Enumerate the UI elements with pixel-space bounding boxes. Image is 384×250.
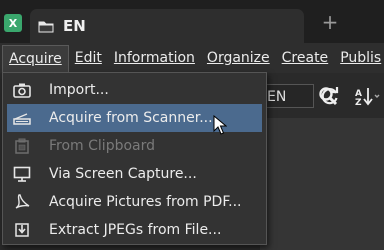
app-icon[interactable]: X	[4, 14, 22, 32]
menu-edit[interactable]: Edit	[69, 45, 108, 71]
menu-item-acquire-pictures-from-pdf[interactable]: Acquire Pictures from PDF...	[3, 188, 266, 216]
menu-item-from-clipboard: From Clipboard	[3, 132, 266, 160]
camera-icon	[7, 82, 37, 98]
clipboard-icon	[7, 138, 37, 154]
sort-az-icon[interactable]: AZ	[355, 86, 381, 106]
menu-publish[interactable]: Publis	[334, 45, 384, 71]
menu-bar: Acquire Edit Information Organize Create…	[0, 43, 384, 73]
pdf-icon	[7, 194, 37, 210]
scanner-icon	[7, 110, 37, 126]
menu-item-extract-jpegs-from-file[interactable]: Extract JPEGs from File...	[3, 216, 266, 244]
monitor-icon	[7, 166, 37, 182]
extract-icon	[7, 222, 37, 238]
menu-item-import[interactable]: Import...	[3, 76, 266, 104]
refresh-icon[interactable]	[320, 86, 340, 106]
tab-title: EN	[63, 17, 86, 35]
acquire-menu-dropdown: Import... Acquire from Scanner... From C…	[2, 72, 267, 245]
menu-information[interactable]: Information	[108, 45, 201, 71]
new-tab-button[interactable]: +	[320, 12, 340, 32]
tab-bar: X EN +	[0, 0, 384, 43]
folder-icon	[38, 20, 54, 33]
menu-organize[interactable]: Organize	[201, 45, 276, 71]
menu-create[interactable]: Create	[276, 45, 335, 71]
svg-text:Z: Z	[355, 98, 362, 106]
language-field[interactable]: EN	[260, 84, 314, 108]
tab-en[interactable]: EN	[30, 9, 304, 43]
menu-acquire[interactable]: Acquire	[2, 44, 69, 72]
menu-item-via-screen-capture[interactable]: Via Screen Capture...	[3, 160, 266, 188]
content-pane	[260, 118, 384, 250]
mouse-cursor-icon	[213, 114, 228, 135]
